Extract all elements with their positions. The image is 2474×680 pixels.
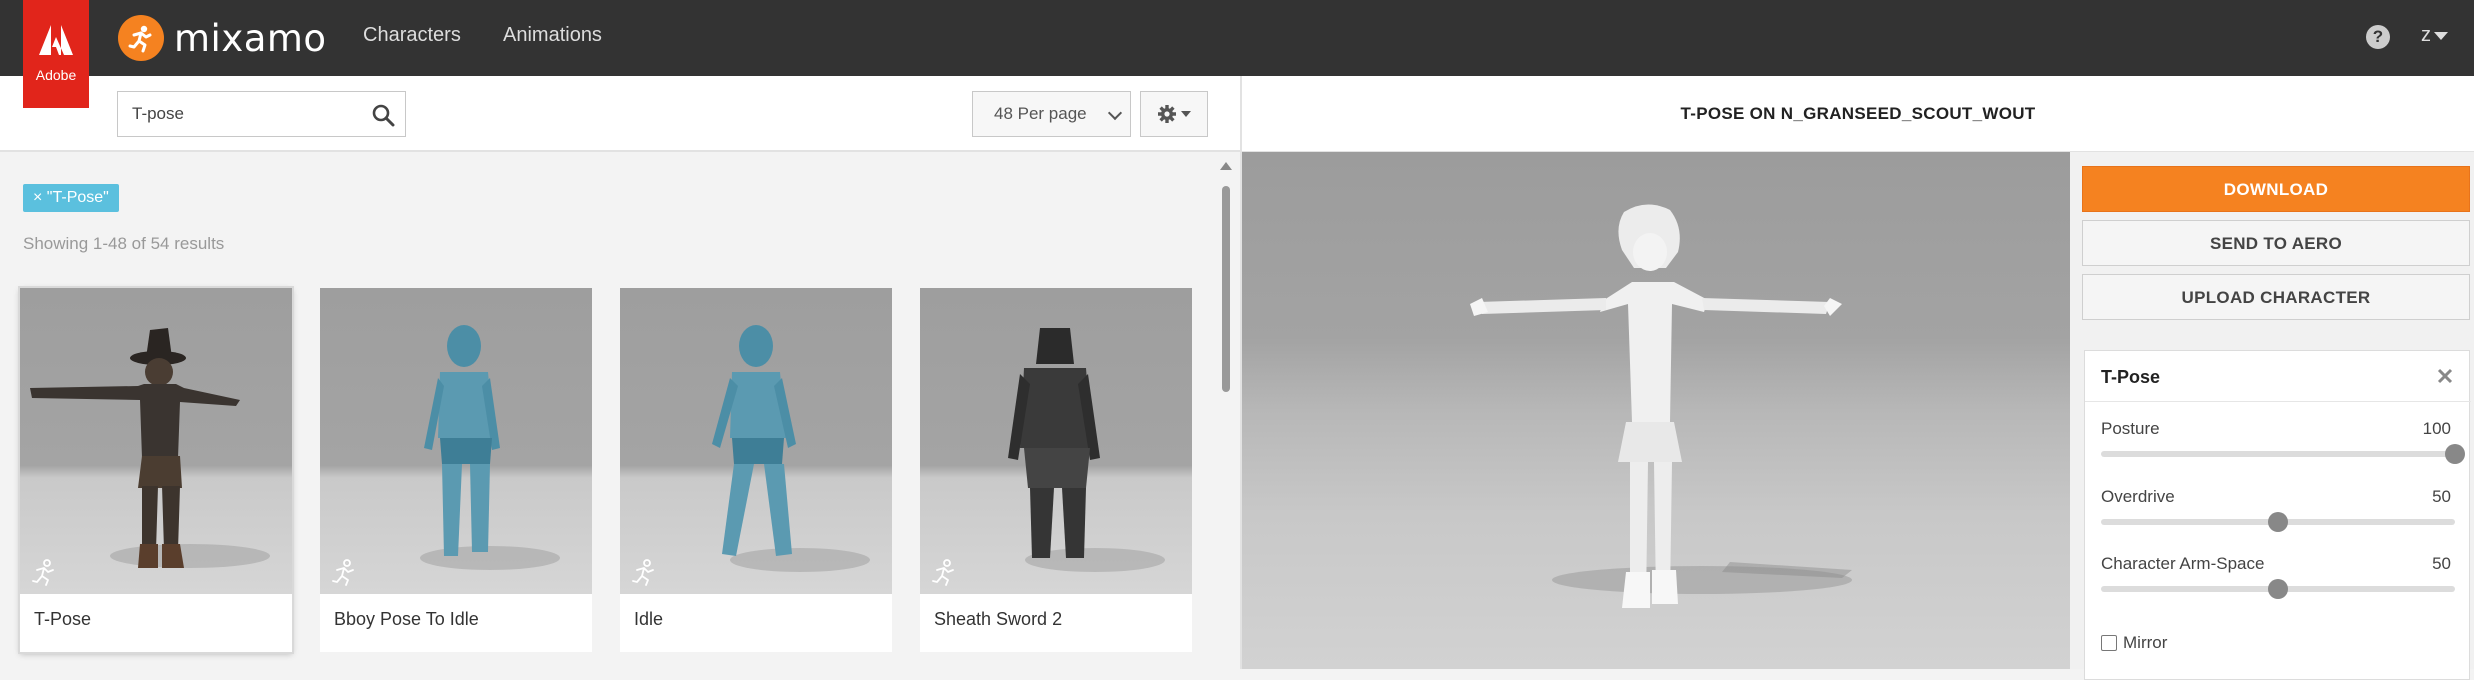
- posture-slider-handle[interactable]: [2445, 444, 2465, 464]
- animation-card-label: T-Pose: [34, 609, 92, 629]
- filter-tag-t-pose[interactable]: × "T-Pose": [23, 184, 119, 212]
- settings-title: T-Pose: [2101, 367, 2161, 387]
- posture-value: 100: [2422, 419, 2451, 438]
- animation-thumbnail: [20, 288, 292, 594]
- character-preview: [1470, 204, 1852, 608]
- arm-space-value: 50: [2432, 554, 2451, 573]
- nav-animations[interactable]: Animations: [503, 24, 602, 47]
- animation-card[interactable]: Bboy Pose To Idle: [320, 288, 592, 652]
- animation-type-icon: [632, 559, 654, 586]
- animation-card[interactable]: T-Pose: [20, 288, 292, 652]
- search-input[interactable]: [132, 92, 362, 136]
- brand-name: mixamo: [174, 16, 327, 60]
- mirror-checkbox[interactable]: [2101, 635, 2117, 651]
- send-to-aero-button[interactable]: SEND TO AERO: [2082, 220, 2470, 266]
- user-initial: z: [2421, 24, 2431, 46]
- settings-button[interactable]: [1140, 91, 1208, 137]
- mixamo-brand[interactable]: mixamo: [118, 12, 327, 64]
- animation-card[interactable]: Sheath Sword 2: [920, 288, 1192, 652]
- search-icon[interactable]: [371, 103, 395, 127]
- download-button[interactable]: DOWNLOAD: [2082, 166, 2470, 212]
- adobe-logo[interactable]: Adobe: [23, 0, 89, 108]
- per-page-value: 48 Per page: [994, 104, 1087, 123]
- scrollbar-thumb[interactable]: [1222, 186, 1230, 392]
- overdrive-value: 50: [2432, 487, 2451, 506]
- upload-character-button[interactable]: UPLOAD CHARACTER: [2082, 274, 2470, 320]
- gear-icon: [1158, 105, 1176, 123]
- animation-browser: 48 Per page × "T-Pose" Showing 1-48 of 5…: [0, 76, 1240, 669]
- animation-card-label: Idle: [634, 609, 664, 629]
- scroll-up-arrow-icon[interactable]: [1220, 162, 1232, 170]
- close-icon[interactable]: [2435, 366, 2455, 386]
- nav-characters[interactable]: Characters: [363, 24, 461, 47]
- preview-pane: T-POSE ON N_GRANSEED_SCOUT_WOUT DOWNLOAD…: [1240, 76, 2474, 680]
- animation-panel: DOWNLOAD SEND TO AERO UPLOAD CHARACTER T…: [2070, 152, 2474, 680]
- arm-space-slider[interactable]: [2101, 579, 2455, 599]
- posture-label: Posture: [2101, 419, 2160, 438]
- animation-card[interactable]: Idle: [620, 288, 892, 652]
- overdrive-slider-handle[interactable]: [2268, 512, 2288, 532]
- overdrive-slider[interactable]: [2101, 512, 2455, 532]
- posture-slider[interactable]: [2101, 444, 2465, 464]
- adobe-a-icon: [39, 25, 73, 61]
- overdrive-label: Overdrive: [2101, 487, 2175, 506]
- per-page-select[interactable]: 48 Per page: [972, 91, 1131, 137]
- help-icon[interactable]: ?: [2366, 25, 2390, 49]
- caret-down-icon: [1181, 111, 1191, 117]
- adobe-logo-text: Adobe: [35, 67, 77, 83]
- browser-toolbar: 48 Per page: [0, 76, 1240, 152]
- animation-type-icon: [932, 559, 954, 586]
- arm-space-slider-handle[interactable]: [2268, 579, 2288, 599]
- 3d-viewport[interactable]: [1242, 152, 2070, 669]
- animation-thumbnail: [920, 288, 1192, 594]
- viewer-title: T-POSE ON N_GRANSEED_SCOUT_WOUT: [1242, 76, 2474, 152]
- animation-card-label: Sheath Sword 2: [934, 609, 1063, 629]
- caret-down-icon: [2434, 31, 2448, 40]
- animation-type-icon: [332, 559, 354, 586]
- divider: [2085, 401, 2471, 402]
- mirror-label: Mirror: [2123, 633, 2168, 652]
- user-menu[interactable]: z: [2421, 24, 2448, 47]
- chevron-down-icon: [1107, 105, 1123, 121]
- animation-settings-card: T-Pose Posture 100 Overdrive 50 Characte…: [2084, 350, 2471, 680]
- search-box: [117, 91, 406, 137]
- mixamo-logo-icon: [118, 15, 164, 61]
- results-count: Showing 1-48 of 54 results: [23, 234, 225, 253]
- mirror-toggle[interactable]: Mirror: [2101, 633, 2167, 653]
- animation-thumbnail: [620, 288, 892, 594]
- animation-card-label: Bboy Pose To Idle: [334, 609, 479, 629]
- top-bar: mixamo Characters Animations ? z: [0, 0, 2474, 76]
- animation-thumbnail: [320, 288, 592, 594]
- animation-type-icon: [32, 559, 54, 586]
- arm-space-label: Character Arm-Space: [2101, 554, 2265, 573]
